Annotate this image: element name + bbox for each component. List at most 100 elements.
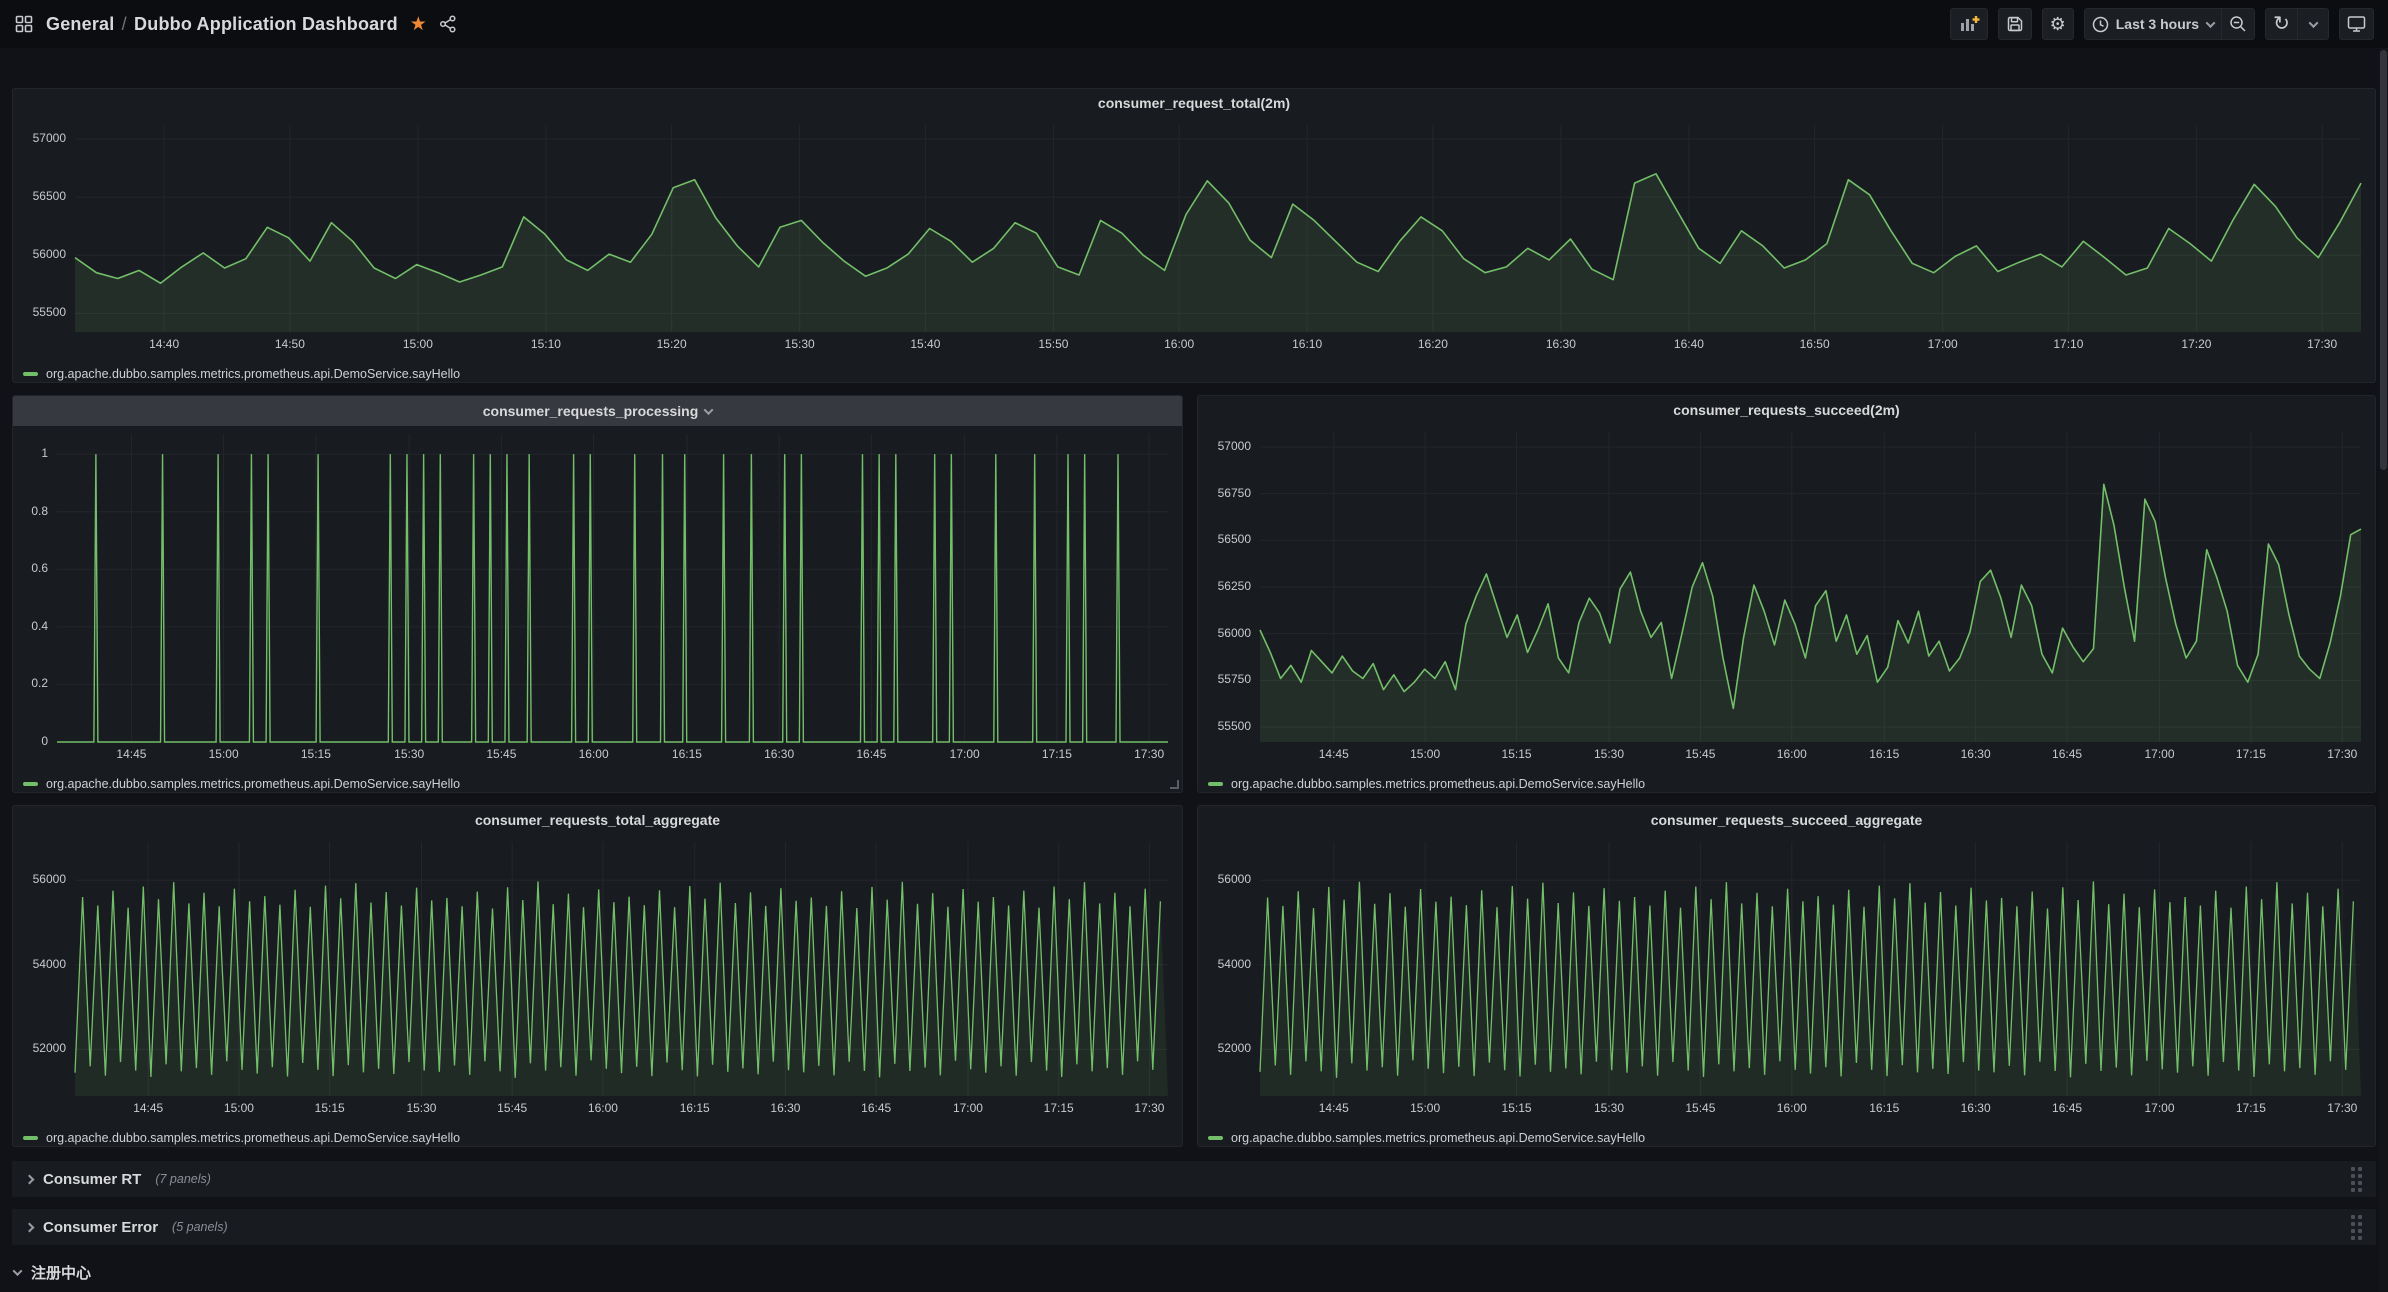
breadcrumb-section[interactable]: General xyxy=(46,14,114,34)
time-range-label: Last 3 hours xyxy=(2116,16,2199,32)
x-tick-label: 17:30 xyxy=(2327,747,2357,761)
row-consumer-error[interactable]: Consumer Error (5 panels) xyxy=(12,1209,2376,1245)
row-title[interactable]: Consumer Error xyxy=(43,1219,158,1236)
x-tick-label: 15:20 xyxy=(657,337,687,351)
legend-item[interactable]: org.apache.dubbo.samples.metrics.prometh… xyxy=(46,367,460,381)
y-tick-label: 56750 xyxy=(1198,486,1251,500)
x-tick-label: 16:15 xyxy=(1869,747,1899,761)
x-tick-label: 16:15 xyxy=(1869,1101,1899,1115)
time-series-chart[interactable]: 5550056000565005700014:4014:5015:0015:10… xyxy=(13,117,2375,361)
x-tick-label: 16:40 xyxy=(1674,337,1704,351)
legend-item[interactable]: org.apache.dubbo.samples.metrics.prometh… xyxy=(46,1131,460,1145)
x-tick-label: 15:45 xyxy=(497,1101,527,1115)
time-series-chart[interactable]: 00.20.40.60.8114:4515:0015:1515:3015:451… xyxy=(13,426,1182,771)
refresh-button[interactable]: ↻ xyxy=(2265,8,2297,40)
legend: org.apache.dubbo.samples.metrics.prometh… xyxy=(13,361,2375,387)
kiosk-mode-button[interactable] xyxy=(2339,8,2374,40)
x-tick-label: 16:15 xyxy=(672,747,702,761)
x-tick-label: 15:45 xyxy=(1685,1101,1715,1115)
row-consumer-rt[interactable]: Consumer RT (7 panels) xyxy=(12,1161,2376,1197)
scrollbar-track[interactable] xyxy=(2379,48,2388,1292)
legend-item[interactable]: org.apache.dubbo.samples.metrics.prometh… xyxy=(1231,777,1645,791)
x-tick-label: 15:00 xyxy=(1410,747,1440,761)
y-tick-label: 52000 xyxy=(1198,1041,1251,1055)
panel-title[interactable]: consumer_requests_total_aggregate xyxy=(475,812,720,828)
legend-swatch xyxy=(1208,1136,1223,1140)
x-tick-label: 16:45 xyxy=(2052,1101,2082,1115)
x-tick-label: 16:45 xyxy=(861,1101,891,1115)
y-tick-label: 1 xyxy=(13,446,48,460)
x-tick-label: 17:00 xyxy=(2145,1101,2175,1115)
x-tick-label: 14:50 xyxy=(275,337,305,351)
time-series-chart[interactable]: 52000540005600014:4515:0015:1515:3015:45… xyxy=(13,834,1182,1125)
favorite-star-icon[interactable]: ★ xyxy=(410,13,427,36)
x-tick-label: 15:15 xyxy=(1502,1101,1532,1115)
row-registry-center[interactable]: 注册中心 xyxy=(14,1262,91,1283)
chevron-down-icon xyxy=(2308,18,2318,28)
row-drag-handle[interactable] xyxy=(2351,1167,2362,1192)
row-drag-handle[interactable] xyxy=(2351,1215,2362,1240)
x-tick-label: 16:30 xyxy=(770,1101,800,1115)
row-panel-count: (7 panels) xyxy=(155,1172,211,1186)
x-tick-label: 16:15 xyxy=(680,1101,710,1115)
panel-resize-handle[interactable] xyxy=(1170,780,1179,789)
panel-menu-chevron-icon[interactable] xyxy=(704,405,714,415)
y-tick-label: 57000 xyxy=(13,131,66,145)
y-tick-label: 56500 xyxy=(13,189,66,203)
zoom-out-button[interactable] xyxy=(2221,8,2255,40)
x-tick-label: 16:00 xyxy=(1777,747,1807,761)
x-tick-label: 15:50 xyxy=(1038,337,1068,351)
x-tick-label: 15:45 xyxy=(1685,747,1715,761)
x-tick-label: 16:00 xyxy=(1164,337,1194,351)
panel-header: consumer_requests_total_aggregate xyxy=(13,806,1182,834)
x-tick-label: 15:15 xyxy=(315,1101,345,1115)
x-tick-label: 15:30 xyxy=(394,747,424,761)
x-tick-label: 17:30 xyxy=(1134,747,1164,761)
dashboard-settings-button[interactable]: ⚙ xyxy=(2042,8,2074,40)
page-title: Dubbo Application Dashboard xyxy=(134,14,398,34)
x-tick-label: 16:30 xyxy=(1961,1101,1991,1115)
y-tick-label: 57000 xyxy=(1198,439,1251,453)
refresh-interval-button[interactable] xyxy=(2297,8,2329,40)
x-tick-label: 16:00 xyxy=(1777,1101,1807,1115)
time-picker-button[interactable]: Last 3 hours xyxy=(2084,8,2221,40)
save-dashboard-button[interactable] xyxy=(1998,8,2032,40)
row-title[interactable]: Consumer RT xyxy=(43,1171,141,1188)
x-tick-label: 16:30 xyxy=(764,747,794,761)
zoom-out-icon xyxy=(2229,15,2247,33)
y-tick-label: 54000 xyxy=(1198,957,1251,971)
time-series-chart[interactable]: 52000540005600014:4515:0015:1515:3015:45… xyxy=(1198,834,2375,1125)
add-panel-button[interactable] xyxy=(1950,8,1988,40)
x-tick-label: 17:00 xyxy=(950,747,980,761)
scrollbar-thumb[interactable] xyxy=(2380,50,2387,470)
time-series-chart[interactable]: 5550055750560005625056500567505700014:45… xyxy=(1198,424,2375,771)
x-tick-label: 14:40 xyxy=(149,337,179,351)
x-tick-label: 15:30 xyxy=(406,1101,436,1115)
legend-swatch xyxy=(23,782,38,786)
dashboards-grid-icon[interactable] xyxy=(14,14,34,34)
legend-item[interactable]: org.apache.dubbo.samples.metrics.prometh… xyxy=(1231,1131,1645,1145)
x-tick-label: 15:30 xyxy=(785,337,815,351)
y-tick-label: 55500 xyxy=(13,305,66,319)
share-icon[interactable] xyxy=(439,15,457,33)
x-tick-label: 15:30 xyxy=(1594,1101,1624,1115)
panel-title[interactable]: consumer_requests_succeed_aggregate xyxy=(1651,812,1923,828)
x-tick-label: 15:00 xyxy=(224,1101,254,1115)
x-tick-label: 16:30 xyxy=(1546,337,1576,351)
chevron-down-icon xyxy=(13,1266,23,1276)
legend-item[interactable]: org.apache.dubbo.samples.metrics.prometh… xyxy=(46,777,460,791)
refresh-icon: ↻ xyxy=(2273,14,2290,34)
clock-icon xyxy=(2092,16,2109,33)
x-tick-label: 16:30 xyxy=(1961,747,1991,761)
legend: org.apache.dubbo.samples.metrics.prometh… xyxy=(13,1125,1182,1151)
panel-title[interactable]: consumer_requests_succeed(2m) xyxy=(1673,402,1899,418)
panel-title[interactable]: consumer_request_total(2m) xyxy=(1098,95,1290,111)
breadcrumb[interactable]: General / Dubbo Application Dashboard xyxy=(46,14,398,35)
row-title[interactable]: 注册中心 xyxy=(31,1262,91,1283)
chevron-right-icon xyxy=(25,1222,35,1232)
chevron-down-icon xyxy=(2206,18,2216,28)
x-tick-label: 16:45 xyxy=(2052,747,2082,761)
panel-title[interactable]: consumer_requests_processing xyxy=(483,403,699,419)
y-tick-label: 56500 xyxy=(1198,532,1251,546)
legend: org.apache.dubbo.samples.metrics.prometh… xyxy=(1198,771,2375,797)
